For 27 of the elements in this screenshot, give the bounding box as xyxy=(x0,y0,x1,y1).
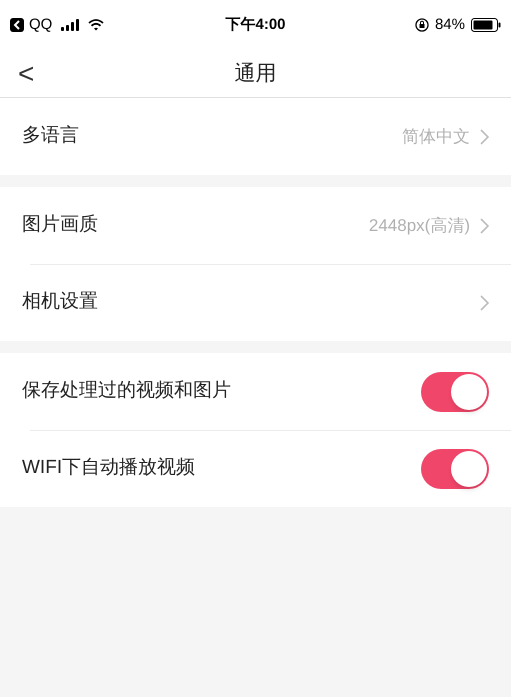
status-time: 下午4:00 xyxy=(225,14,286,35)
chevron-right-icon xyxy=(480,294,489,310)
rotation-lock-icon xyxy=(414,18,429,32)
settings-row[interactable]: 图片画质 2448px(高清) xyxy=(0,187,511,264)
chevron-right-icon xyxy=(480,128,489,144)
toggle-switch[interactable] xyxy=(421,372,489,412)
settings-row[interactable]: WIFI下自动播放视频 xyxy=(0,430,511,507)
setting-label: 图片画质 xyxy=(22,213,98,238)
toggle-switch[interactable] xyxy=(421,448,489,488)
setting-value: 简体中文 xyxy=(402,126,470,148)
setting-label: 多语言 xyxy=(22,124,79,148)
signal-icon xyxy=(61,19,80,31)
page-title: 通用 xyxy=(234,60,276,87)
settings-row[interactable]: 保存处理过的视频和图片 xyxy=(0,353,511,430)
setting-label: 保存处理过的视频和图片 xyxy=(22,379,231,404)
setting-label: WIFI下自动播放视频 xyxy=(22,456,196,480)
battery-icon xyxy=(471,18,501,32)
setting-value: 2448px(高清) xyxy=(368,214,470,237)
battery-percent: 84% xyxy=(434,14,465,35)
settings-row[interactable]: 相机设置 xyxy=(0,264,511,341)
carrier-text: QQ xyxy=(29,14,52,35)
back-button[interactable]: < xyxy=(18,60,34,88)
setting-label: 相机设置 xyxy=(22,290,98,314)
back-app-icon[interactable] xyxy=(10,18,24,32)
wifi-icon xyxy=(88,19,104,31)
settings-row[interactable]: 多语言 简体中文 xyxy=(0,98,511,175)
chevron-right-icon xyxy=(480,218,489,234)
